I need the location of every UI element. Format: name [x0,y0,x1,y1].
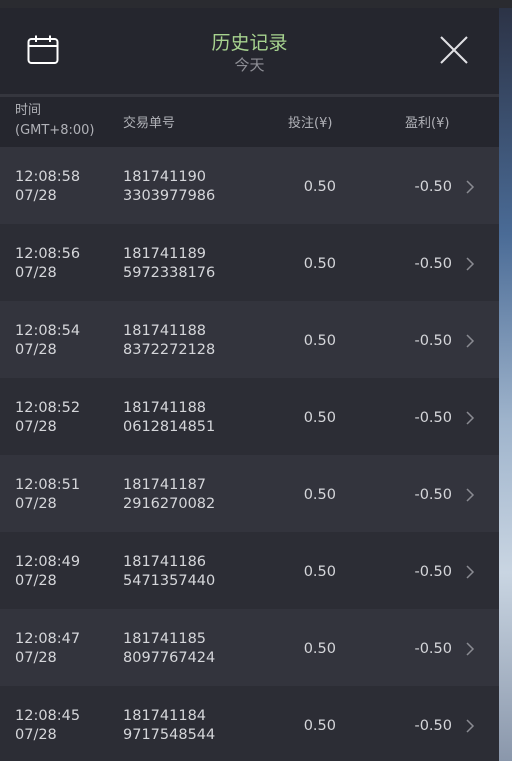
row-order-cell: 181741188 8372272128 [123,322,215,360]
row-profit: -0.50 [414,410,452,426]
row-bet: 0.50 [303,564,336,580]
row-profit: -0.50 [414,333,452,349]
row-bet: 0.50 [303,487,336,503]
row-profit: -0.50 [414,641,452,657]
row-time-cell: 12:08:52 07/28 [15,399,80,437]
row-time: 12:08:52 [15,400,81,416]
column-header-profit: 盈利(¥) [405,116,450,131]
page-title: 历史记录 [211,32,288,54]
row-time-cell: 12:08:51 07/28 [15,476,80,514]
row-order-line1: 181741185 [123,631,207,647]
row-order-line1: 181741190 [123,169,207,185]
row-order-line1: 181741188 [123,323,207,339]
row-bet: 0.50 [303,256,336,272]
panel-header: 历史记录 今天 [0,8,499,94]
chevron-right-icon[interactable] [465,179,475,195]
row-time: 12:08:45 [15,708,81,724]
row-profit: -0.50 [414,487,452,503]
table-row[interactable]: 12:08:56 07/28 181741189 5972338176 0.50 -0.5… [0,224,499,301]
row-order-line1: 181741186 [123,554,207,570]
row-order-line1: 181741184 [123,708,207,724]
row-order-line2: 8372272128 [123,342,216,358]
history-panel: 历史记录 今天 时间 (GMT+8:00) 交易单号 投注(¥) 盈利(¥) 1… [0,8,499,761]
chevron-right-icon[interactable] [465,333,475,349]
chevron-right-icon[interactable] [465,256,475,272]
row-order-line1: 181741188 [123,400,207,416]
table-row[interactable]: 12:08:51 07/28 181741187 2916270082 0.50 -0.5… [0,455,499,532]
row-time-cell: 12:08:45 07/28 [15,707,80,745]
row-order-cell: 181741189 5972338176 [123,245,215,283]
row-bet: 0.50 [303,410,336,426]
row-time: 12:08:49 [15,554,81,570]
row-date: 07/28 [15,419,57,435]
chevron-right-icon[interactable] [465,564,475,580]
row-order-line2: 9717548544 [123,727,216,743]
table-row[interactable]: 12:08:47 07/28 181741185 8097767424 0.50 -0.5… [0,609,499,686]
row-order-line1: 181741189 [123,246,207,262]
row-order-cell: 181741190 3303977986 [123,168,215,206]
column-header-bet: 投注(¥) [288,116,333,131]
row-order-line2: 2916270082 [123,496,216,512]
row-profit: -0.50 [414,564,452,580]
row-time: 12:08:58 [15,169,81,185]
row-order-cell: 181741187 2916270082 [123,476,215,514]
row-bet: 0.50 [303,641,336,657]
row-date: 07/28 [15,496,57,512]
row-order-cell: 181741186 5471357440 [123,553,215,591]
row-profit: -0.50 [414,256,452,272]
row-time-cell: 12:08:56 07/28 [15,245,80,283]
row-bet: 0.50 [303,179,336,195]
row-order-cell: 181741188 0612814851 [123,399,215,437]
row-time: 12:08:51 [15,477,81,493]
row-time-cell: 12:08:58 07/28 [15,168,80,206]
row-bet: 0.50 [303,718,336,734]
table-row[interactable]: 12:08:52 07/28 181741188 0612814851 0.50 -0.5… [0,378,499,455]
row-bet: 0.50 [303,333,336,349]
table-row[interactable]: 12:08:58 07/28 181741190 3303977986 0.50 -0.5… [0,147,499,224]
row-order-line2: 0612814851 [123,419,216,435]
row-profit: -0.50 [414,718,452,734]
row-time: 12:08:47 [15,631,81,647]
table-row[interactable]: 12:08:54 07/28 181741188 8372272128 0.50 -0.5… [0,301,499,378]
row-date: 07/28 [15,342,57,358]
row-time: 12:08:54 [15,323,81,339]
row-time-cell: 12:08:49 07/28 [15,553,80,591]
row-date: 07/28 [15,650,57,666]
row-time-cell: 12:08:47 07/28 [15,630,80,668]
row-order-cell: 181741185 8097767424 [123,630,215,668]
table-row[interactable]: 12:08:49 07/28 181741186 5471357440 0.50 -0.5… [0,532,499,609]
date-filter-label: 今天 [234,56,265,74]
chevron-right-icon[interactable] [465,410,475,426]
row-date: 07/28 [15,727,57,743]
row-date: 07/28 [15,188,57,204]
column-header-order: 交易单号 [123,116,176,131]
history-list: 12:08:58 07/28 181741190 3303977986 0.50 -0.5… [0,147,499,761]
row-order-line2: 8097767424 [123,650,216,666]
chevron-right-icon[interactable] [465,487,475,503]
row-profit: -0.50 [414,179,452,195]
row-order-line1: 181741187 [123,477,207,493]
row-order-line2: 5471357440 [123,573,216,589]
row-order-line2: 5972338176 [123,265,216,281]
row-order-cell: 181741184 9717548544 [123,707,215,745]
row-time: 12:08:56 [15,246,81,262]
table-row[interactable]: 12:08:45 07/28 181741184 9717548544 0.50 -0.5… [0,686,499,761]
row-date: 07/28 [15,573,57,589]
row-time-cell: 12:08:54 07/28 [15,322,80,360]
chevron-right-icon[interactable] [465,641,475,657]
background-scenery [499,8,512,761]
column-header-timezone: (GMT+8:00) [15,123,95,138]
column-header-time: 时间 [15,103,42,118]
close-icon[interactable] [438,34,470,66]
row-order-line2: 3303977986 [123,188,216,204]
table-header: 时间 (GMT+8:00) 交易单号 投注(¥) 盈利(¥) [0,97,499,147]
row-date: 07/28 [15,265,57,281]
chevron-right-icon[interactable] [465,718,475,734]
